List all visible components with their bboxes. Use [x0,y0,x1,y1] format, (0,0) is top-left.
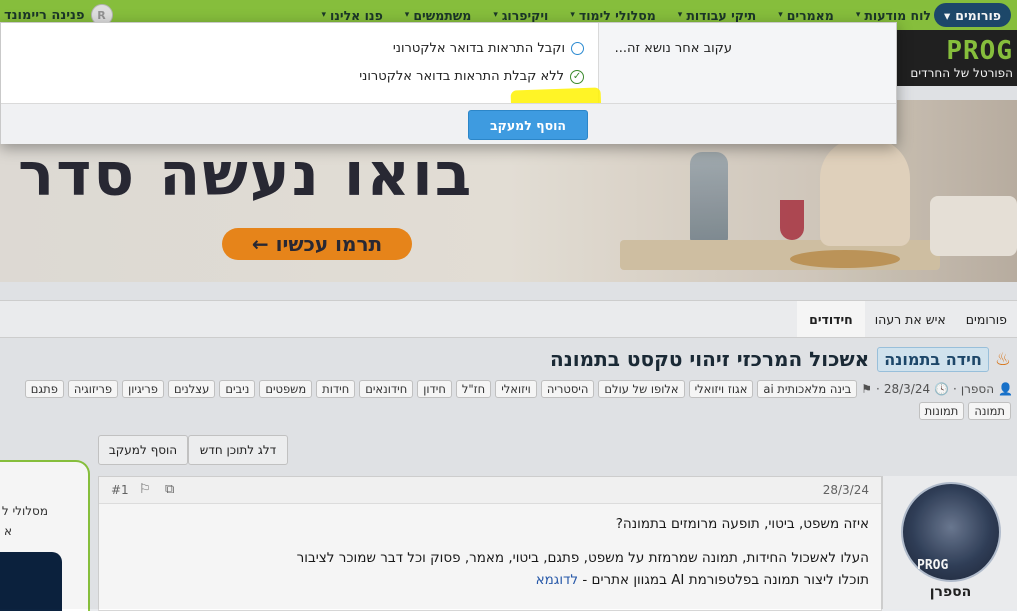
radio-icon [571,42,584,55]
popup-footer: הוסף למעקב [1,103,896,144]
option-no-email[interactable]: ✓ ללא קבלת התראות בדואר אלקטרוני [359,69,584,84]
option-label: וקבל התראות בדואר אלקטרוני [392,41,565,56]
option-label: ללא קבלת התראות בדואר אלקטרוני [359,69,564,84]
checked-radio-icon: ✓ [570,69,584,84]
watch-thread-popup: עקוב אחר נושא זה... וקבל התראות בדואר אל… [0,22,897,144]
add-watch-submit-button[interactable]: הוסף למעקב [468,110,588,140]
option-email-notify[interactable]: וקבל התראות בדואר אלקטרוני [393,41,584,56]
popup-label-area: עקוב אחר נושא זה... [598,23,896,103]
popup-label: עקוב אחר נושא זה... [614,41,732,56]
popup-options: וקבל התראות בדואר אלקטרוני ✓ ללא קבלת הת… [1,23,602,119]
